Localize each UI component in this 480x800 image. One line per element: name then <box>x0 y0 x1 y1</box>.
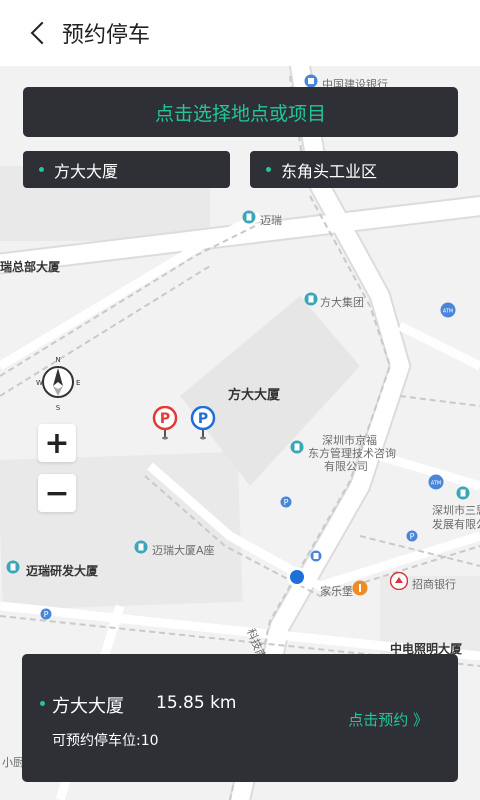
card-dot-icon <box>40 701 45 706</box>
reserve-button[interactable]: 点击预约 》 <box>348 709 428 730</box>
map-label-cmb: 招商银行 <box>412 578 456 591</box>
atm-poi-icon: ATM <box>440 302 456 318</box>
parking-poi-icon: P <box>280 496 292 508</box>
svg-text:P: P <box>198 411 208 427</box>
svg-text:P: P <box>44 610 49 619</box>
map-label-jialebao: 家乐堡 <box>320 585 353 598</box>
svg-text:E: E <box>76 379 80 387</box>
current-location-icon <box>287 567 307 587</box>
back-arrow-icon[interactable] <box>26 21 50 45</box>
select-location-button[interactable]: 点击选择地点或项目 <box>23 87 458 137</box>
atm-poi-icon: ATM <box>428 474 444 490</box>
map-label-ruizongbu: 瑞总部大厦 <box>0 260 61 274</box>
app-header: 预约停车 <box>0 0 480 66</box>
svg-text:P: P <box>160 411 170 427</box>
cmb-logo-icon <box>390 572 408 590</box>
chip-dongjiaotou[interactable]: 东角头工业区 <box>250 151 458 188</box>
chip-label: 方大大厦 <box>54 161 119 181</box>
bank-poi-icon <box>304 74 318 88</box>
zoom-in-button[interactable]: + <box>38 424 76 462</box>
svg-text:P: P <box>410 532 415 541</box>
card-distance: 15.85 km <box>156 693 237 713</box>
map-label-maitui-a: 迈瑞大厦A座 <box>152 544 215 557</box>
compass-icon[interactable]: N W E S <box>33 356 83 412</box>
food-poi-icon <box>352 580 368 596</box>
svg-text:N: N <box>55 356 60 364</box>
chip-label: 东角头工业区 <box>281 161 378 181</box>
parking-poi-icon: P <box>40 608 52 620</box>
svg-text:W: W <box>36 379 43 387</box>
building-poi-icon <box>134 540 148 554</box>
card-availability: 可预约停车位:10 <box>52 733 159 749</box>
chip-fangda[interactable]: 方大大厦 <box>23 151 230 188</box>
map-label-jingfu-3: 有限公司 <box>324 460 368 473</box>
map-label-sanxin-2: 发展有限公司 <box>432 518 480 531</box>
zoom-out-button[interactable]: − <box>38 474 76 512</box>
building-poi-icon <box>242 210 256 224</box>
building-poi-icon <box>290 440 304 454</box>
parking-poi-icon: P <box>406 530 418 542</box>
building-poi-icon <box>6 560 20 574</box>
svg-text:P: P <box>284 498 289 507</box>
card-location-name: 方大大厦 <box>52 696 124 717</box>
map-label-maitui-rd: 迈瑞研发大厦 <box>26 564 99 578</box>
map-label-fangda-tower: 方大大厦 <box>228 388 281 403</box>
building-poi-icon <box>456 486 470 500</box>
svg-text:S: S <box>56 404 61 412</box>
svg-text:ATM: ATM <box>431 481 441 487</box>
map-label-fangda-group: 方大集团 <box>320 296 364 309</box>
chip-dot-icon <box>39 167 44 172</box>
page-title: 预约停车 <box>62 23 151 48</box>
chip-dot-icon <box>266 167 271 172</box>
map-label-xiaomo: 小厨 <box>2 756 24 769</box>
parking-pin-blue-icon[interactable]: P <box>190 406 216 440</box>
map-label-maitui: 迈瑞 <box>260 214 282 227</box>
parking-pin-red-icon[interactable]: P <box>152 406 178 440</box>
building-poi-icon <box>304 292 318 306</box>
bus-poi-icon <box>310 550 322 562</box>
parking-info-card: 方大大厦 15.85 km 可预约停车位:10 点击预约 》 <box>22 654 458 782</box>
svg-text:ATM: ATM <box>443 309 453 315</box>
